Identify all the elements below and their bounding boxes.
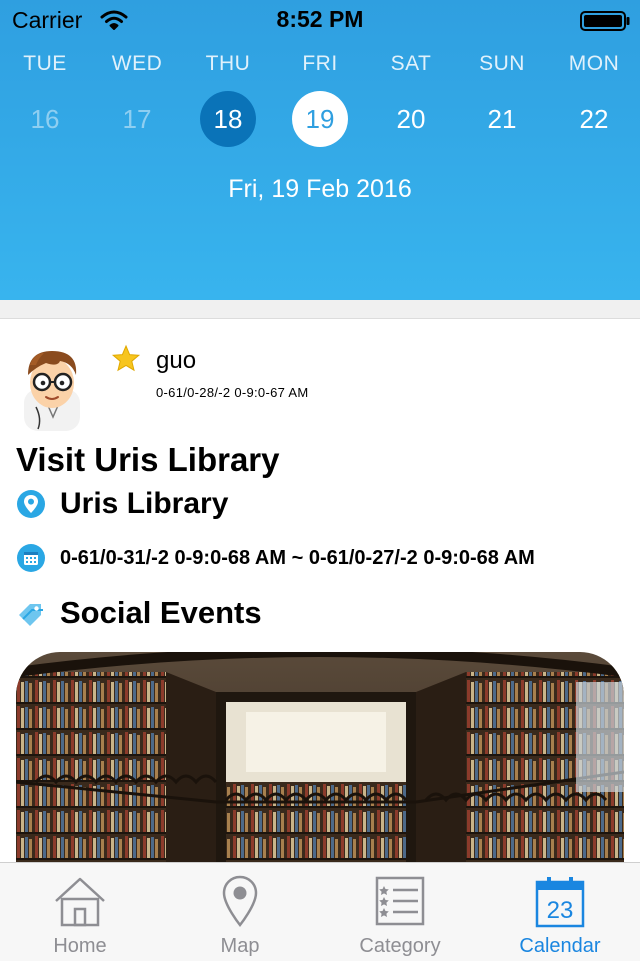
weekday-label: WED bbox=[111, 52, 163, 75]
post-timestamp: 0-61/0-28/-2 0-9:0-67 AM bbox=[156, 385, 309, 400]
date-cell[interactable]: 21 bbox=[474, 91, 530, 147]
tab-category[interactable]: Category bbox=[320, 863, 480, 961]
date-cell-selected[interactable]: 19 bbox=[292, 91, 348, 147]
calendar-icon-date: 23 bbox=[547, 897, 574, 924]
event-time-range: 0-61/0-31/-2 0-9:0-68 AM ~ 0-61/0-27/-2 … bbox=[60, 547, 535, 569]
tag-icon bbox=[19, 604, 43, 626]
event-card[interactable]: guo 0-61/0-28/-2 0-9:0-67 AM Visit Uris … bbox=[0, 318, 640, 863]
event-location: Uris Library bbox=[60, 487, 229, 520]
date-cell[interactable]: 20 bbox=[383, 91, 439, 147]
avatar[interactable] bbox=[16, 345, 90, 431]
tab-calendar[interactable]: 23 Calendar bbox=[480, 863, 640, 961]
home-icon bbox=[55, 877, 105, 927]
battery-icon bbox=[580, 11, 630, 31]
tab-label: Category bbox=[359, 935, 441, 957]
weekday-label: FRI bbox=[302, 52, 338, 75]
tab-home[interactable]: Home bbox=[0, 863, 160, 961]
weekday-label: SUN bbox=[479, 52, 525, 75]
star-icon[interactable] bbox=[110, 343, 142, 375]
status-time: 8:52 PM bbox=[276, 6, 364, 32]
section-divider bbox=[0, 300, 640, 318]
date-strip: 16 17 18 19 20 21 22 bbox=[0, 90, 640, 148]
date-cell[interactable]: 22 bbox=[566, 91, 622, 147]
weekday-label: SAT bbox=[390, 52, 432, 75]
tab-map[interactable]: Map bbox=[160, 863, 320, 961]
list-icon bbox=[375, 876, 425, 926]
status-bar: Carrier 8:52 PM bbox=[0, 0, 640, 40]
event-photo[interactable] bbox=[16, 652, 624, 863]
calendar-header: Carrier 8:52 PM TUE WED THU FRI SAT SUN … bbox=[0, 0, 640, 300]
calendar-icon: 23 bbox=[535, 877, 585, 928]
date-cell[interactable]: 17 bbox=[109, 91, 165, 147]
tab-label: Map bbox=[220, 935, 260, 957]
event-title: Visit Uris Library bbox=[16, 441, 280, 478]
tab-label: Home bbox=[53, 935, 107, 957]
event-category: Social Events bbox=[60, 595, 262, 630]
map-pin-icon bbox=[222, 875, 258, 928]
selected-date-label: Fri, 19 Feb 2016 bbox=[228, 175, 412, 203]
calendar-icon bbox=[17, 544, 45, 572]
user-name[interactable]: guo bbox=[156, 347, 196, 375]
tab-bar: Home Map Category 23 Calendar bbox=[0, 862, 640, 961]
weekday-label: TUE bbox=[23, 52, 67, 75]
weekday-row: TUE WED THU FRI SAT SUN MON bbox=[0, 52, 640, 84]
location-pin-icon bbox=[17, 490, 45, 518]
date-cell-today[interactable]: 18 bbox=[200, 91, 256, 147]
weekday-label: MON bbox=[568, 52, 620, 75]
tab-label: Calendar bbox=[519, 935, 601, 957]
date-cell[interactable]: 16 bbox=[17, 91, 73, 147]
weekday-label: THU bbox=[205, 52, 251, 75]
